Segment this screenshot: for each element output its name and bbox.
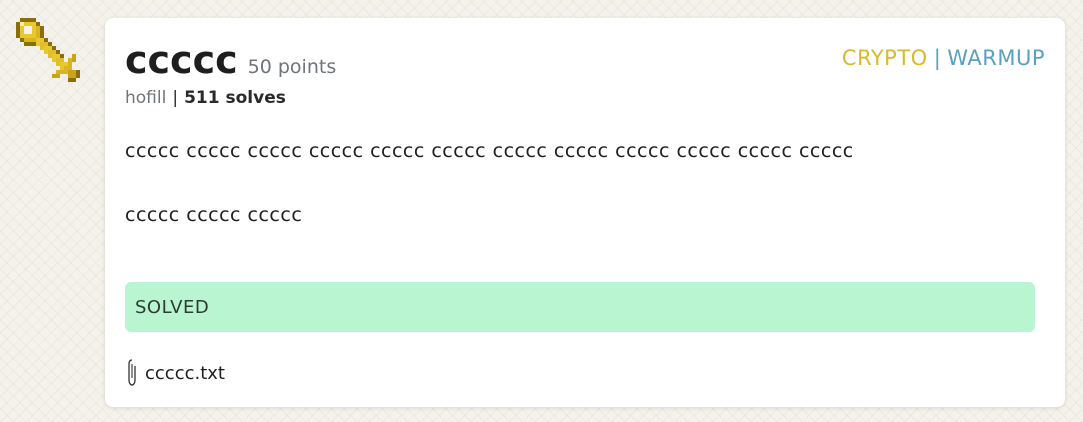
challenge-points: 50 points <box>247 56 337 78</box>
solved-status-banner: SOLVED <box>125 282 1035 332</box>
attachment-row[interactable]: ccccc.txt <box>125 358 225 388</box>
paperclip-icon <box>128 359 136 386</box>
challenge-description: ccccc ccccc ccccc ccccc ccccc ccccc cccc… <box>125 138 1025 266</box>
description-paragraph: ccccc ccccc ccccc <box>125 204 303 226</box>
category-separator: | <box>933 46 942 70</box>
category-tag-crypto[interactable]: CRYPTO <box>842 46 928 70</box>
solve-count[interactable]: 511 solves <box>184 88 286 108</box>
attachment-link[interactable]: ccccc.txt <box>145 363 225 384</box>
key-icon <box>16 18 80 82</box>
category-tags: CRYPTO | WARMUP <box>842 46 1045 70</box>
challenge-title: ccccc <box>125 38 238 82</box>
challenge-meta: hofill | 511 solves <box>125 88 286 108</box>
description-paragraph: ccccc ccccc ccccc ccccc ccccc ccccc cccc… <box>125 140 854 162</box>
solved-status-text: SOLVED <box>135 296 210 318</box>
meta-separator: | <box>172 88 179 108</box>
category-tag-warmup[interactable]: WARMUP <box>947 46 1045 70</box>
challenge-card[interactable]: ccccc 50 points CRYPTO | WARMUP hofill | 511… <box>105 18 1065 407</box>
challenge-author[interactable]: hofill <box>125 88 166 108</box>
title-row: ccccc 50 points <box>125 38 336 82</box>
